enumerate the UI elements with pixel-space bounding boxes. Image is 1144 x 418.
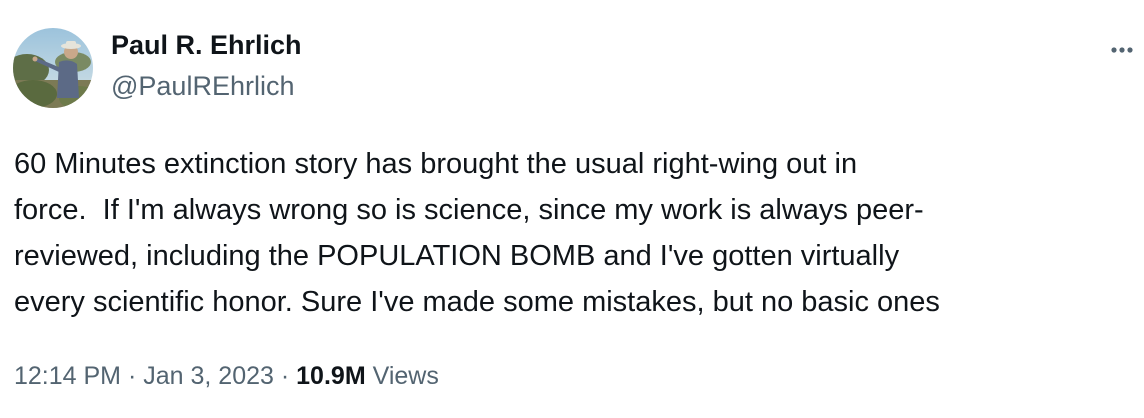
author-handle[interactable]: @PaulREhrlich — [111, 71, 294, 102]
tweet-text-line: 60 Minutes extinction story has brought … — [14, 148, 858, 180]
more-horizontal-icon — [1111, 47, 1133, 53]
views-label: Views — [372, 362, 439, 390]
tweet-card: Paul R. Ehrlich @PaulREhrlich 60 Minutes… — [0, 0, 1144, 418]
avatar[interactable] — [13, 28, 93, 108]
more-options-button[interactable] — [1106, 38, 1138, 62]
tweet-time: 12:14 PM — [14, 362, 122, 390]
meta-separator: · — [127, 362, 137, 390]
tweet-text-line: every scientific honor. Sure I've made s… — [14, 286, 940, 318]
meta-separator: · — [280, 362, 290, 390]
tweet-text-line: force. If I'm always wrong so is science… — [14, 194, 924, 226]
views-count: 10.9M — [296, 362, 366, 390]
avatar-photo — [13, 28, 93, 108]
tweet-text-line: reviewed, including the POPULATION BOMB … — [14, 240, 900, 272]
tweet-time-link[interactable]: 12:14 PM · Jan 3, 2023 — [14, 362, 274, 390]
views-link[interactable]: 10.9M Views — [296, 362, 439, 390]
tweet-text: 60 Minutes extinction story has brought … — [14, 141, 1134, 325]
tweet-metadata: 12:14 PM · Jan 3, 2023 · 10.9M Views — [14, 362, 439, 391]
tweet-date: Jan 3, 2023 — [143, 362, 274, 390]
author-display-name[interactable]: Paul R. Ehrlich — [111, 30, 302, 61]
